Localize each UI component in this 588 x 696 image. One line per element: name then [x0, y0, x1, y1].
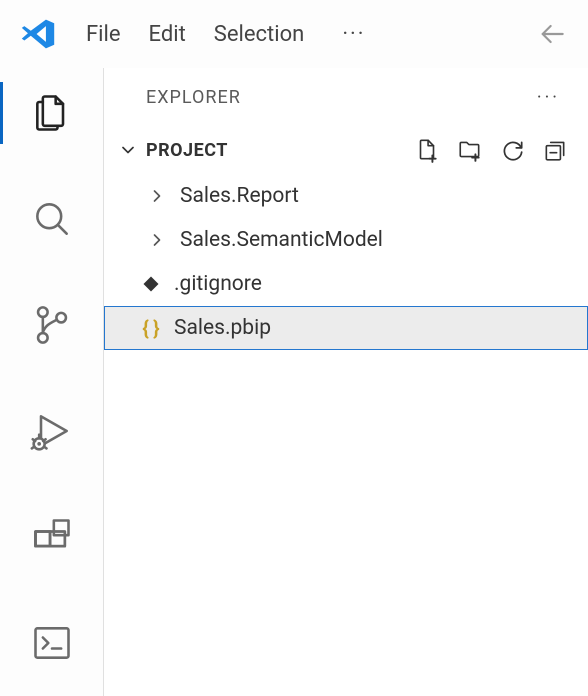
tree-item-label: Sales.SemanticModel [180, 228, 383, 252]
project-section-header[interactable]: PROJECT [104, 126, 588, 174]
new-folder-icon[interactable] [456, 137, 484, 163]
title-bar: File Edit Selection ··· [0, 0, 588, 68]
git-file-icon [138, 274, 164, 294]
menu-file[interactable]: File [86, 22, 121, 47]
activity-extensions[interactable] [0, 506, 103, 568]
main-menu: File Edit Selection ··· [86, 22, 366, 47]
file-sales-pbip[interactable]: { } Sales.pbip [104, 306, 588, 350]
refresh-icon[interactable] [500, 137, 526, 163]
tree-item-label: .gitignore [174, 272, 262, 296]
activity-terminal[interactable] [0, 612, 103, 674]
folder-sales-semanticmodel[interactable]: Sales.SemanticModel [104, 218, 588, 262]
activity-bar [0, 68, 103, 696]
section-actions [414, 137, 568, 163]
collapse-all-icon[interactable] [542, 137, 568, 163]
activity-run-debug[interactable] [0, 400, 103, 462]
chevron-right-icon [144, 230, 170, 250]
file-gitignore[interactable]: .gitignore [104, 262, 588, 306]
activity-search[interactable] [0, 188, 103, 250]
menu-overflow[interactable]: ··· [342, 22, 365, 47]
file-tree: Sales.Report Sales.SemanticModel .gitign… [104, 174, 588, 350]
project-section-title: PROJECT [146, 140, 414, 161]
activity-explorer[interactable] [0, 82, 103, 144]
explorer-header: EXPLORER ··· [104, 68, 588, 126]
explorer-sidebar: EXPLORER ··· PROJECT [103, 68, 588, 696]
new-file-icon[interactable] [414, 137, 440, 163]
json-file-icon: { } [138, 316, 164, 340]
chevron-right-icon [144, 186, 170, 206]
vscode-logo-icon [20, 16, 56, 52]
menu-selection[interactable]: Selection [214, 22, 305, 47]
back-arrow-icon[interactable] [536, 18, 568, 50]
explorer-title: EXPLORER [146, 87, 537, 108]
activity-source-control[interactable] [0, 294, 103, 356]
explorer-more-icon[interactable]: ··· [537, 87, 560, 108]
chevron-down-icon [118, 140, 138, 160]
folder-sales-report[interactable]: Sales.Report [104, 174, 588, 218]
tree-item-label: Sales.pbip [174, 316, 271, 340]
tree-item-label: Sales.Report [180, 184, 299, 208]
menu-edit[interactable]: Edit [149, 22, 186, 47]
